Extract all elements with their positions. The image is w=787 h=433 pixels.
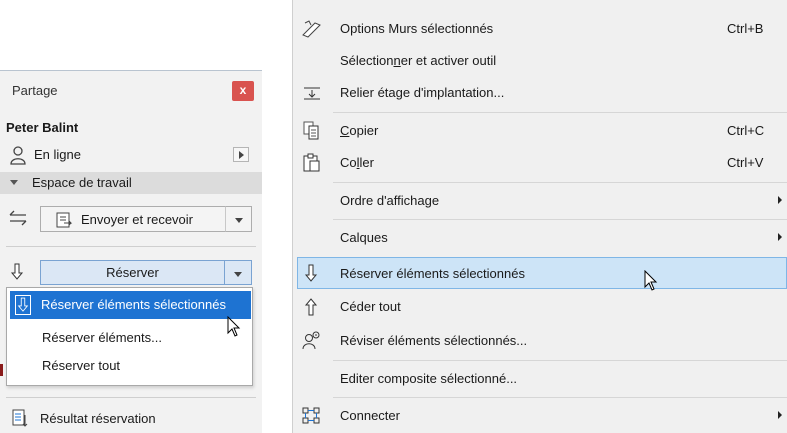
close-button[interactable]: x bbox=[232, 81, 254, 101]
menu-label: Céder tout bbox=[340, 299, 401, 314]
reserve-dropdown-button[interactable] bbox=[224, 260, 252, 285]
context-menu: Options Murs sélectionnés Ctrl+B Sélecti… bbox=[292, 0, 787, 433]
workspace-section-header[interactable]: Espace de travail bbox=[0, 172, 262, 194]
mouse-cursor-icon bbox=[227, 316, 241, 337]
menu-label: Copier bbox=[340, 123, 379, 138]
menu-item-edit-composite[interactable]: Editer composite sélectionné... bbox=[293, 363, 787, 395]
reserve-button[interactable]: Réserver bbox=[40, 260, 225, 285]
reserve-arrow-icon bbox=[304, 264, 318, 282]
menu-item-options[interactable]: Options Murs sélectionnés Ctrl+B bbox=[293, 13, 787, 45]
reserve-elements-option[interactable]: Réserver éléments... bbox=[7, 324, 252, 352]
wall-options-icon bbox=[302, 20, 321, 38]
menu-item-layers[interactable]: Calques bbox=[293, 222, 787, 254]
menu-label: Editer composite sélectionné... bbox=[340, 371, 518, 386]
menu-divider bbox=[333, 397, 787, 398]
send-receive-button[interactable]: Envoyer et recevoir bbox=[40, 206, 226, 232]
mouse-cursor-icon bbox=[644, 270, 658, 291]
reserve-all-option[interactable]: Réserver tout bbox=[7, 352, 252, 380]
release-arrow-icon bbox=[304, 298, 318, 316]
indicator-mark bbox=[0, 364, 3, 376]
option-label: Réserver tout bbox=[42, 358, 121, 373]
menu-item-reserve-selected[interactable]: Réserver éléments sélectionnés bbox=[297, 257, 787, 289]
menu-divider bbox=[333, 219, 787, 220]
panel-title: Partage bbox=[12, 83, 58, 98]
status-row: En ligne bbox=[0, 143, 262, 167]
divider bbox=[6, 246, 256, 247]
send-receive-icon bbox=[56, 212, 73, 228]
copy-icon bbox=[303, 121, 319, 140]
result-label: Résultat réservation bbox=[40, 411, 156, 426]
menu-label: Calques bbox=[340, 230, 388, 245]
menu-label: Options Murs sélectionnés bbox=[340, 21, 494, 36]
menu-divider bbox=[333, 360, 787, 361]
reserve-selected-option[interactable]: Réserver éléments sélectionnés bbox=[10, 291, 251, 319]
status-label: En ligne bbox=[34, 147, 81, 162]
menu-item-connect[interactable]: Connecter bbox=[293, 400, 787, 432]
section-label: Espace de travail bbox=[32, 175, 132, 190]
menu-label: Coller bbox=[340, 155, 374, 170]
review-users-icon bbox=[302, 331, 320, 350]
option-label: Réserver éléments sélectionnés bbox=[41, 297, 226, 312]
sharing-panel: Partage x Peter Balint En ligne Espace d… bbox=[0, 70, 262, 433]
menu-item-link-story[interactable]: Relier étage d'implantation... bbox=[293, 77, 787, 109]
sync-arrows-icon bbox=[9, 210, 27, 226]
menu-shortcut: Ctrl+V bbox=[727, 155, 764, 170]
menu-label: Sélectionner et activer outil bbox=[340, 53, 497, 68]
submenu-arrow-icon bbox=[778, 411, 782, 419]
reserve-arrow-icon bbox=[15, 295, 31, 315]
menu-label: Ordre d'affichage bbox=[340, 193, 440, 208]
chevron-down-icon bbox=[235, 218, 243, 223]
connect-icon bbox=[302, 407, 320, 424]
option-label: Réserver éléments... bbox=[42, 330, 162, 345]
submenu-arrow-icon bbox=[778, 233, 782, 241]
divider bbox=[6, 397, 256, 398]
menu-label: Réserver éléments sélectionnés bbox=[340, 266, 525, 281]
chevron-down-icon bbox=[234, 272, 242, 277]
reserve-arrow-icon bbox=[10, 263, 24, 280]
user-name: Peter Balint bbox=[6, 120, 79, 135]
reserve-dropdown-menu: Réserver éléments sélectionnés Réserver … bbox=[6, 287, 253, 386]
status-expand-button[interactable] bbox=[233, 147, 249, 162]
paste-icon bbox=[303, 153, 320, 172]
collapse-triangle-icon bbox=[10, 180, 18, 185]
menu-shortcut: Ctrl+B bbox=[727, 21, 764, 36]
menu-divider bbox=[333, 182, 787, 183]
submenu-arrow-icon bbox=[778, 196, 782, 204]
menu-item-release-all[interactable]: Céder tout bbox=[293, 291, 787, 323]
send-receive-dropdown[interactable] bbox=[225, 206, 252, 232]
person-icon bbox=[10, 146, 26, 165]
menu-item-copy[interactable]: Copier Ctrl+C bbox=[293, 115, 787, 147]
menu-item-paste[interactable]: Coller Ctrl+V bbox=[293, 147, 787, 179]
reserve-label: Réserver bbox=[106, 265, 159, 280]
menu-shortcut: Ctrl+C bbox=[727, 123, 765, 138]
menu-label: Relier étage d'implantation... bbox=[340, 85, 505, 100]
menu-label: Connecter bbox=[340, 408, 400, 423]
menu-item-display-order[interactable]: Ordre d'affichage bbox=[293, 185, 787, 217]
menu-item-review-selected[interactable]: Réviser éléments sélectionnés... bbox=[293, 325, 787, 357]
story-link-icon bbox=[304, 87, 320, 100]
menu-divider bbox=[333, 112, 787, 113]
menu-item-select-activate[interactable]: Sélectionner et activer outil bbox=[293, 45, 787, 77]
menu-label: Réviser éléments sélectionnés... bbox=[340, 333, 528, 348]
report-icon bbox=[12, 409, 28, 427]
send-receive-label: Envoyer et recevoir bbox=[81, 212, 193, 227]
